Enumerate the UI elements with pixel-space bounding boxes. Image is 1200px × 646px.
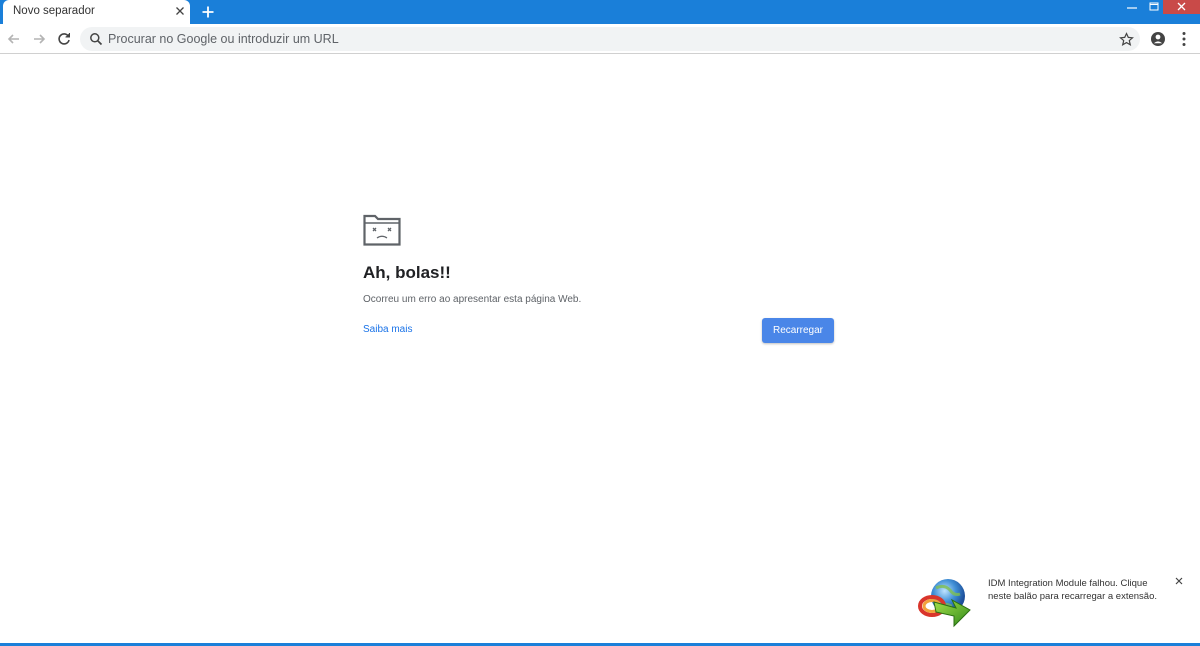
close-icon[interactable] (1174, 576, 1184, 586)
sad-folder-icon (363, 214, 401, 246)
tab-title: Novo separador (13, 5, 95, 17)
star-icon[interactable] (1119, 32, 1134, 47)
omnibox[interactable] (80, 27, 1140, 51)
reload-icon[interactable] (55, 30, 73, 48)
close-icon (1177, 2, 1186, 11)
address-input[interactable] (108, 27, 1098, 51)
minimize-icon[interactable] (1121, 0, 1143, 14)
idm-notification[interactable]: IDM Integration Module falhou. Clique ne… (908, 568, 1193, 638)
learn-more-link[interactable]: Saiba mais (363, 324, 412, 335)
idm-message-line2: neste balão para recarregar a extensão. (988, 591, 1157, 602)
idm-message-line1: IDM Integration Module falhou. Clique (988, 578, 1148, 589)
reload-button[interactable]: Recarregar (762, 318, 834, 343)
plus-icon[interactable] (199, 3, 217, 21)
idm-logo-icon (918, 579, 971, 628)
window-close-button[interactable] (1163, 0, 1200, 14)
maximize-icon[interactable] (1143, 0, 1165, 14)
back-arrow-icon[interactable] (5, 30, 23, 48)
forward-arrow-icon[interactable] (30, 30, 48, 48)
account-icon[interactable] (1149, 30, 1167, 48)
idm-message: IDM Integration Module falhou. Clique ne… (988, 577, 1173, 603)
browser-toolbar (0, 24, 1200, 54)
search-icon (90, 33, 103, 46)
tab-strip: Novo separador (0, 0, 1200, 24)
tab-new-tab[interactable]: Novo separador (3, 0, 190, 24)
error-message: Ocorreu um erro ao apresentar esta págin… (363, 294, 582, 305)
menu-dots-icon[interactable] (1175, 30, 1193, 48)
error-title: Ah, bolas!! (363, 263, 451, 282)
close-icon[interactable] (173, 4, 187, 18)
